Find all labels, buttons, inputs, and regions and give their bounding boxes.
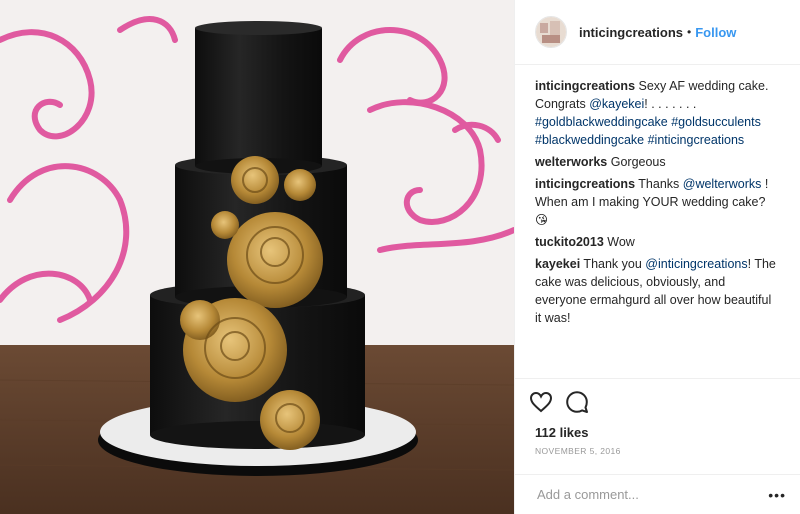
comment-text: Thanks [635,177,683,191]
instagram-post: inticingcreations • Follow inticingcreat… [0,0,800,514]
comments-list: inticingcreations Sexy AF wedding cake. … [515,65,800,378]
hashtag-link[interactable]: #goldsucculents [671,115,761,129]
comment-input[interactable] [535,486,769,503]
add-comment-bar: ••• [515,474,800,514]
post-date: NOVEMBER 5, 2016 [535,446,621,456]
caption-mention[interactable]: @kayekei [589,97,644,111]
avatar-image [536,17,566,47]
comment-mention[interactable]: @welterworks [683,177,762,191]
header-username[interactable]: inticingcreations [579,25,683,40]
hashtag-link[interactable]: #blackweddingcake [535,133,644,147]
heart-icon[interactable] [529,390,553,414]
comment-username[interactable]: welterworks [535,155,607,169]
wedding-cake-image [0,0,514,514]
comment-username[interactable]: inticingcreations [535,177,635,191]
comment-mention[interactable]: @inticingcreations [645,257,747,271]
comment-item: tuckito2013 Wow [535,233,780,251]
caption-username[interactable]: inticingcreations [535,79,635,93]
comment-bubble-icon[interactable] [565,390,589,414]
avatar[interactable] [535,16,567,48]
comment-text: Thank you [580,257,646,271]
post-actions: 112 likes NOVEMBER 5, 2016 [515,378,800,474]
comment-text: Gorgeous [607,155,666,169]
hashtag-link[interactable]: #inticingcreations [648,133,745,147]
post-sidebar: inticingcreations • Follow inticingcreat… [514,0,800,514]
likes-count[interactable]: 112 likes [535,425,786,440]
post-header: inticingcreations • Follow [515,0,800,65]
comment-item: inticingcreations Thanks @welterworks ! … [535,175,780,229]
comment-item: kayekei Thank you @inticingcreations! Th… [535,255,780,327]
comment-username[interactable]: kayekei [535,257,580,271]
post-photo[interactable] [0,0,514,514]
more-options-icon[interactable]: ••• [768,487,786,503]
comment-text: Wow [603,235,635,249]
separator-dot: • [687,25,692,39]
hashtag-link[interactable]: #goldblackweddingcake [535,115,668,129]
caption-after-mention: ! . . . . . . . [644,97,697,111]
comment-item: welterworks Gorgeous [535,153,780,171]
comment-username[interactable]: tuckito2013 [535,235,604,249]
follow-button[interactable]: Follow [695,25,736,40]
caption: inticingcreations Sexy AF wedding cake. … [535,77,780,149]
